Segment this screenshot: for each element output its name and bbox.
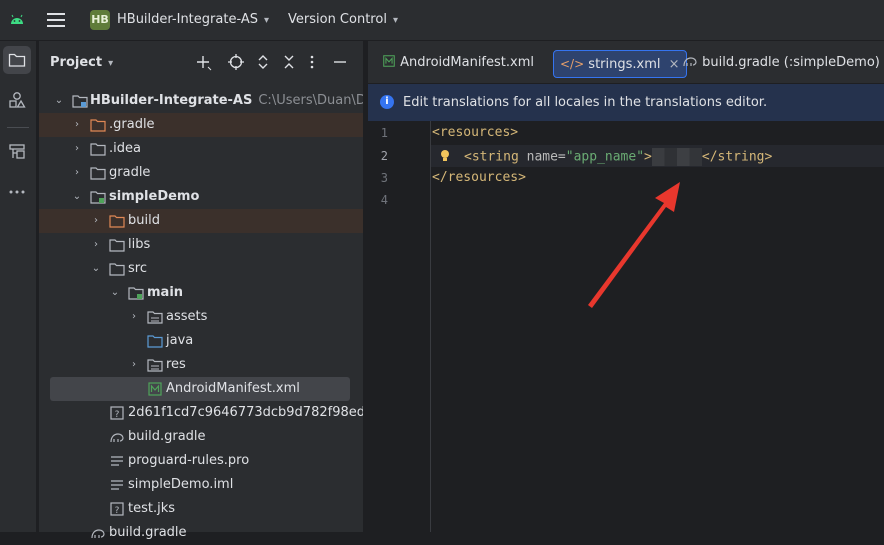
- annotation-arrow: [588, 182, 680, 308]
